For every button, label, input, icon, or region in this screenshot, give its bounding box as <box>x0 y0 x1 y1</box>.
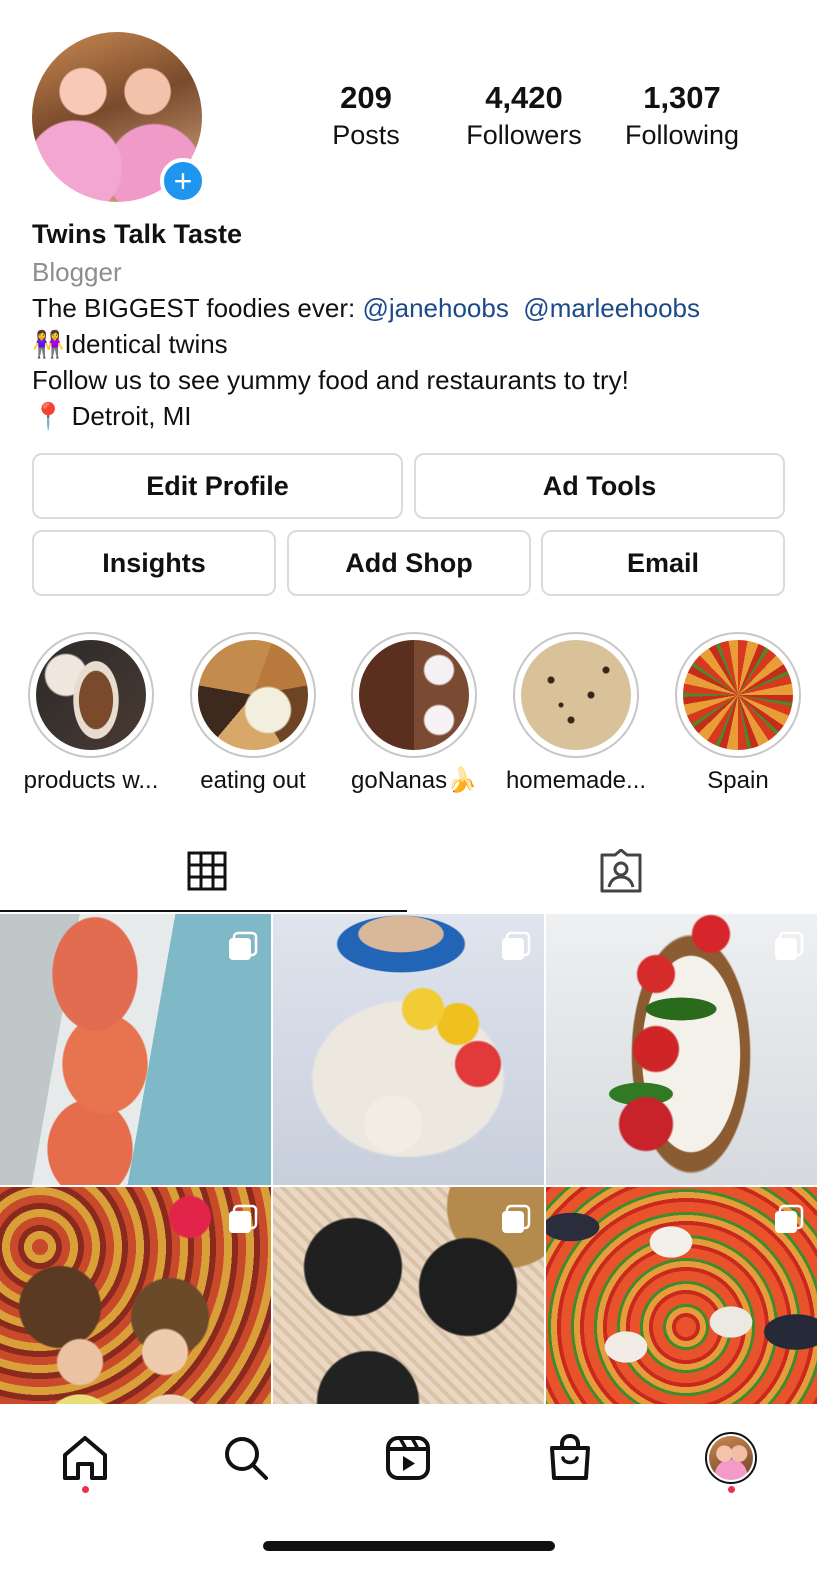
highlight-cover <box>198 640 308 750</box>
highlight-ring <box>351 632 477 758</box>
highlight-label: products w... <box>23 767 159 794</box>
ad-tools-button[interactable]: Ad Tools <box>414 453 785 519</box>
highlight-cover <box>36 640 146 750</box>
bio-line-3: Follow us to see yummy food and restaura… <box>32 365 629 395</box>
add-story-button[interactable]: + <box>160 158 206 204</box>
highlight-cover <box>683 640 793 750</box>
grid-icon <box>187 851 227 891</box>
tab-posts-grid[interactable] <box>0 830 414 912</box>
highlight-eating-out[interactable]: eating out <box>190 632 316 794</box>
active-tab-indicator <box>0 910 407 912</box>
followers-label: Followers <box>466 120 582 150</box>
carousel-icon <box>775 1204 804 1233</box>
add-shop-button[interactable]: Add Shop <box>287 530 531 596</box>
following-count: 1,307 <box>643 80 721 115</box>
location-text: Detroit, MI <box>71 401 192 431</box>
bio-text: The BIGGEST foodies ever: <box>32 293 363 323</box>
location-pin-icon: 📍 <box>32 401 65 431</box>
highlight-cover <box>359 640 469 750</box>
highlight-spain[interactable]: Spain <box>675 632 801 794</box>
profile-avatar-image <box>709 1436 753 1480</box>
bio-line-1: The BIGGEST foodies ever: @janehoobs @ma… <box>32 290 802 326</box>
following-stat[interactable]: 1,307 Following <box>618 78 746 152</box>
highlight-ring <box>675 632 801 758</box>
carousel-icon <box>502 931 531 960</box>
carousel-icon <box>775 931 804 960</box>
post-thumbnail[interactable] <box>0 914 271 1185</box>
profile-avatar-icon <box>705 1432 757 1484</box>
highlight-cover <box>521 640 631 750</box>
insights-button[interactable]: Insights <box>32 530 276 596</box>
shop-icon <box>550 1434 590 1480</box>
highlight-homemade[interactable]: homemade... <box>506 632 646 794</box>
posts-grid <box>0 914 828 1404</box>
mention-link-marleehoobs[interactable]: @marleehoobs <box>523 293 700 323</box>
profile-avatar[interactable]: + <box>32 32 206 204</box>
highlight-ring <box>28 632 154 758</box>
highlight-ring <box>190 632 316 758</box>
profile-bio: Twins Talk Taste Blogger The BIGGEST foo… <box>32 214 802 434</box>
home-icon <box>63 1436 107 1480</box>
profile-category: Blogger <box>32 257 122 287</box>
highlight-ring <box>513 632 639 758</box>
bio-text: Identical twins <box>64 329 228 359</box>
search-icon <box>225 1437 268 1480</box>
post-thumbnail[interactable] <box>546 1187 817 1404</box>
bio-line-2: 👭Identical twins <box>32 326 802 362</box>
highlight-gonanas[interactable]: goNanas🍌 <box>351 632 477 794</box>
nav-profile[interactable] <box>701 1428 761 1488</box>
highlight-label: goNanas🍌 <box>351 767 477 794</box>
tagged-icon <box>600 849 642 893</box>
post-thumbnail[interactable] <box>546 914 817 1185</box>
profile-name: Twins Talk Taste <box>32 219 243 249</box>
nav-reels[interactable] <box>378 1428 438 1488</box>
post-thumbnail[interactable] <box>273 914 544 1185</box>
post-thumbnail[interactable] <box>273 1187 544 1404</box>
nav-shop[interactable] <box>540 1428 600 1488</box>
home-notification-dot <box>82 1486 89 1493</box>
edit-profile-button[interactable]: Edit Profile <box>32 453 403 519</box>
email-button[interactable]: Email <box>541 530 785 596</box>
bottom-nav <box>0 1404 828 1514</box>
profile-notification-dot <box>728 1486 735 1493</box>
highlight-products[interactable]: products w... <box>24 632 158 794</box>
highlight-label: homemade... <box>505 767 647 794</box>
tab-tagged[interactable] <box>414 830 828 912</box>
posts-stat[interactable]: 209 Posts <box>330 78 402 152</box>
followers-stat[interactable]: 4,420 Followers <box>462 78 586 152</box>
bio-line-4: 📍 Detroit, MI <box>32 398 802 434</box>
nav-search[interactable] <box>216 1428 276 1488</box>
carousel-icon <box>229 1204 258 1233</box>
post-thumbnail[interactable] <box>0 1187 271 1404</box>
twins-emoji: 👭 <box>32 329 65 359</box>
reels-icon <box>386 1436 430 1480</box>
mention-link-janehoobs[interactable]: @janehoobs <box>362 293 508 323</box>
following-label: Following <box>624 120 740 150</box>
posts-count: 209 <box>340 80 392 115</box>
highlight-label: eating out <box>200 767 306 794</box>
posts-label: Posts <box>332 120 400 150</box>
profile-tabs <box>0 830 828 912</box>
highlight-label: Spain <box>707 767 769 794</box>
home-indicator[interactable] <box>263 1541 555 1551</box>
carousel-icon <box>229 931 258 960</box>
carousel-icon <box>502 1204 531 1233</box>
nav-home[interactable] <box>55 1428 115 1488</box>
followers-count: 4,420 <box>485 80 563 115</box>
